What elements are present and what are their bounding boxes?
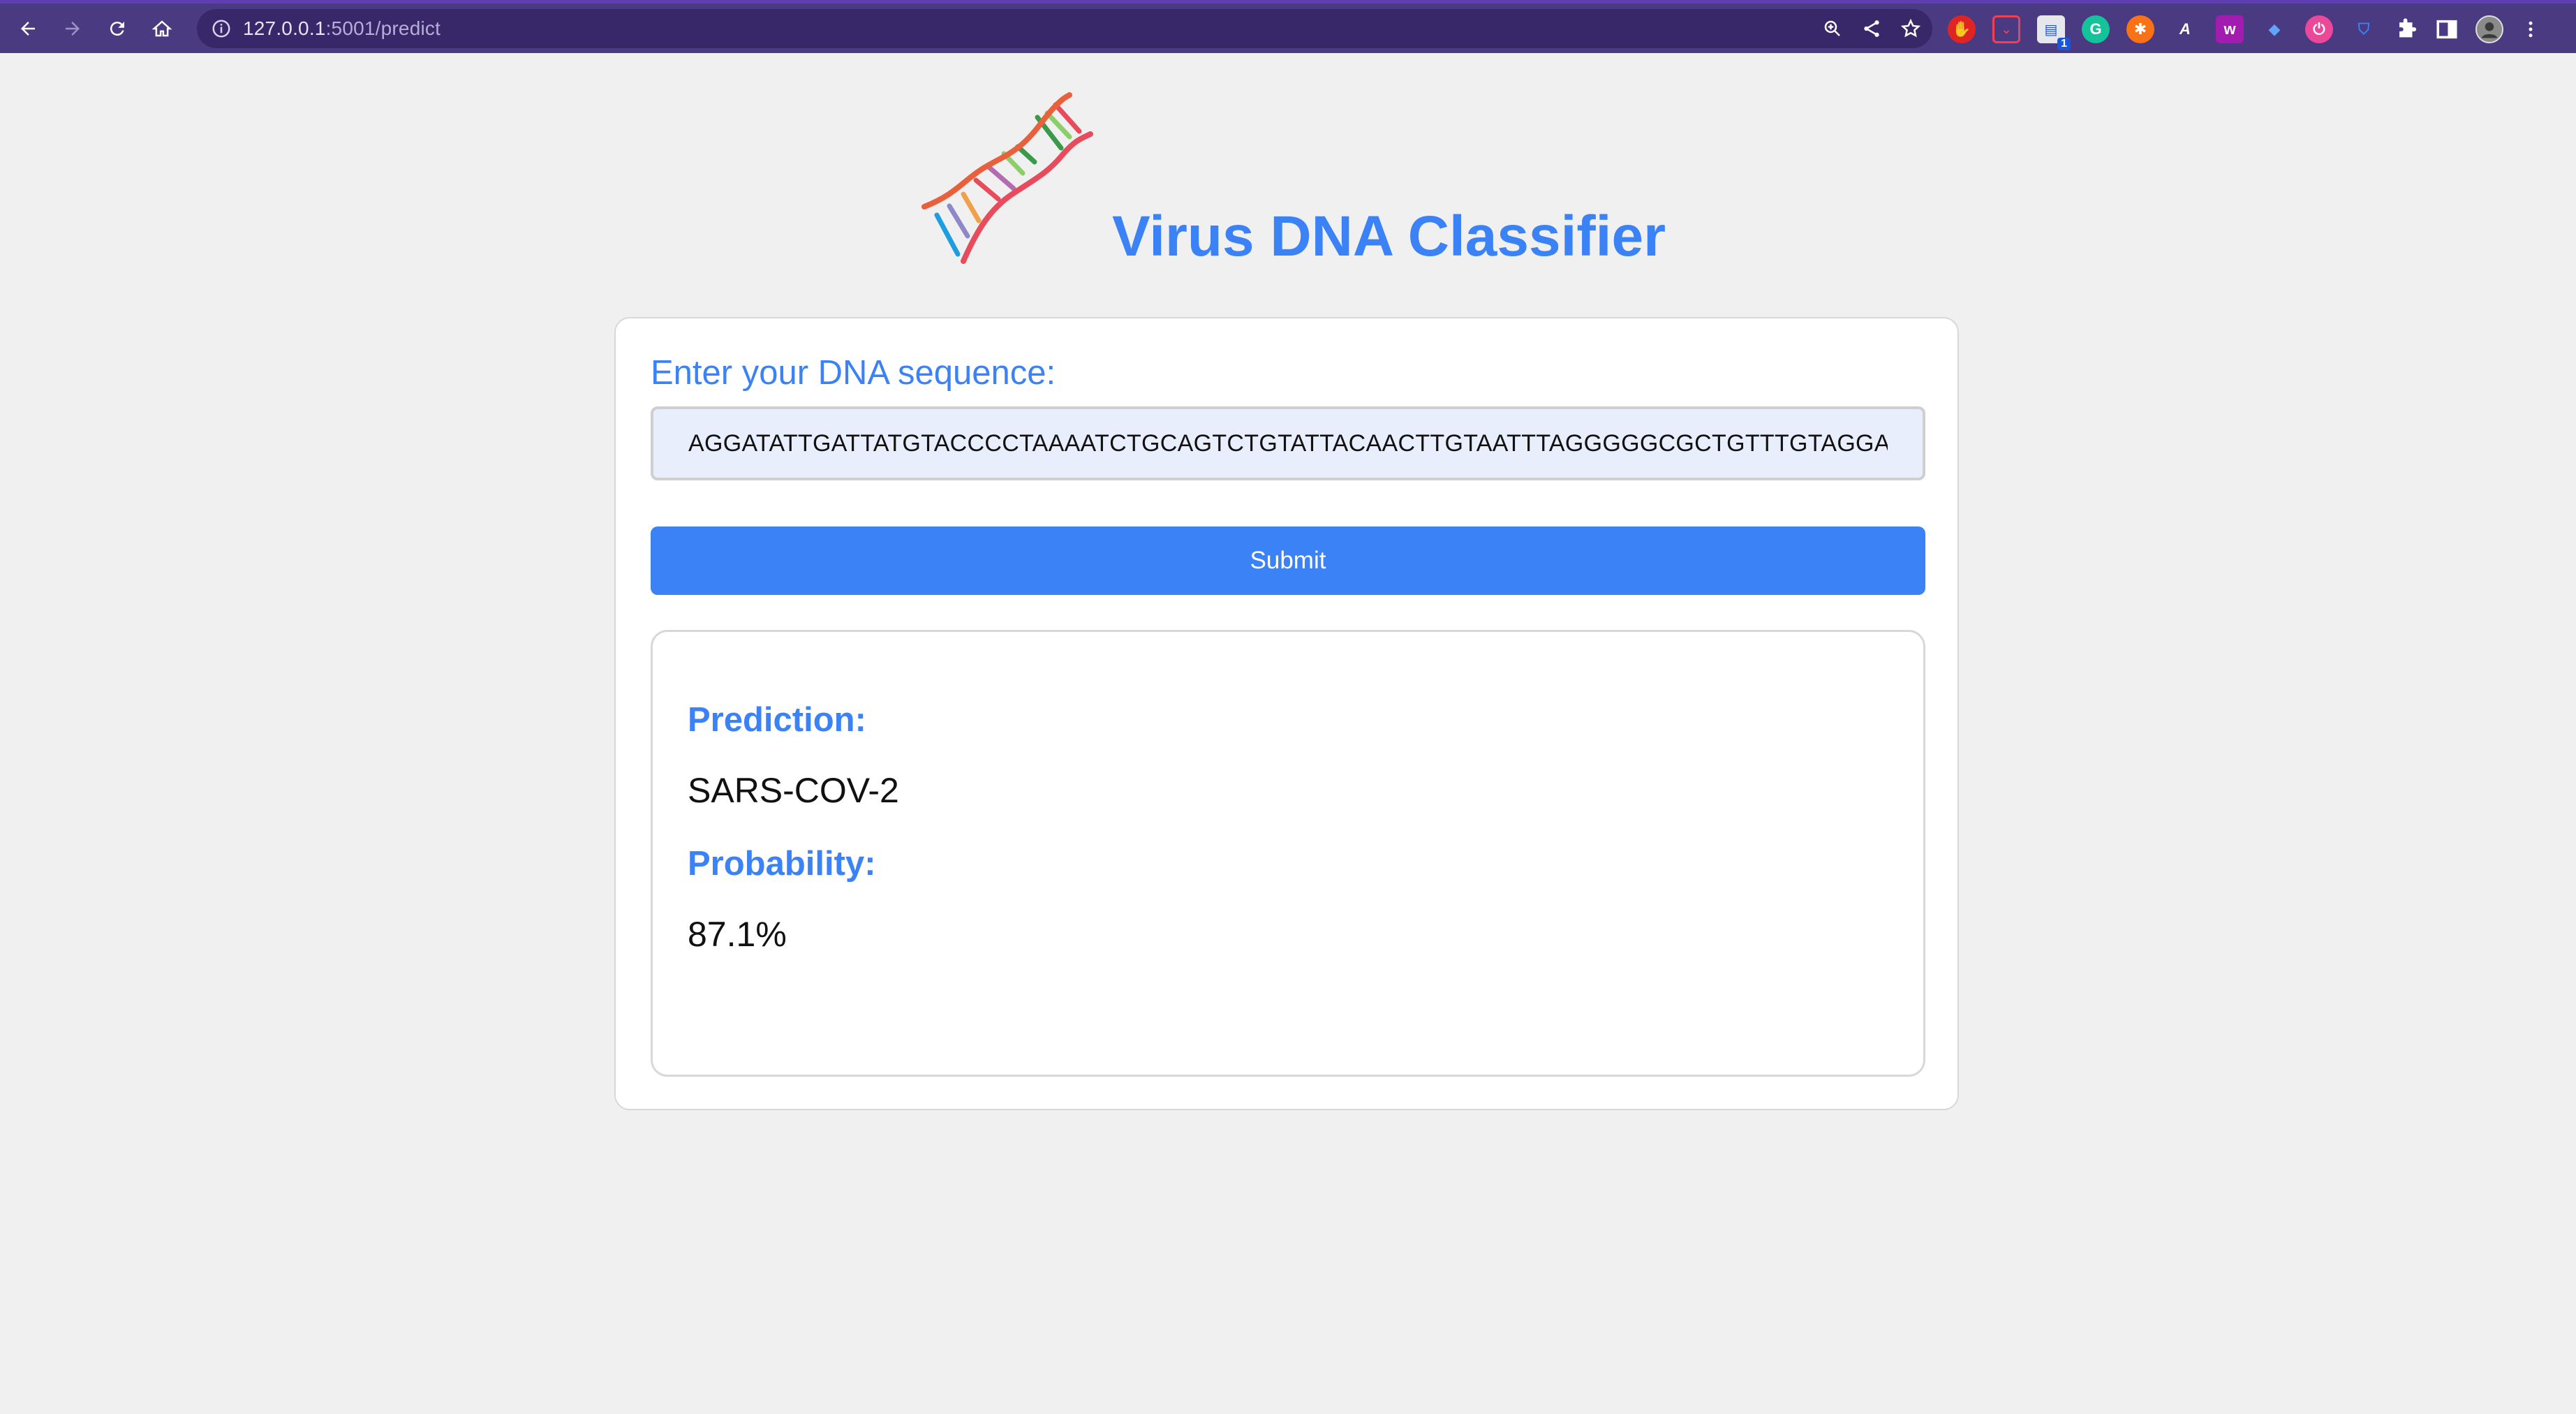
reload-button[interactable] [95, 6, 140, 51]
home-icon [151, 20, 172, 36]
extensions-bar: ✋ ⌄ ▤ 1 G ✱ A w ◆ ⏻ ⛉ [1948, 9, 2541, 50]
bookmark-star-icon[interactable] [1900, 18, 1921, 39]
back-button[interactable] [6, 6, 50, 51]
signature-extension-icon[interactable]: A [2171, 15, 2199, 43]
page-content: Virus DNA Classifier Enter your DNA sequ… [0, 53, 2576, 1414]
kebab-menu-icon[interactable] [2520, 19, 2541, 40]
person-icon [2481, 22, 2498, 38]
drop-extension-icon[interactable]: ◆ [2260, 15, 2288, 43]
fire-extension-icon[interactable]: ✱ [2126, 15, 2154, 43]
dna-helix-icon [921, 92, 1093, 264]
probability-value: 87.1% [688, 915, 787, 954]
extension-badge: 1 [2057, 38, 2071, 50]
browser-toolbar: 127.0.0.1:5001/predict ✋ ⌄ ▤ 1 G ✱ A w ◆ … [0, 0, 2576, 53]
profile-avatar[interactable] [2475, 15, 2503, 43]
adblock-extension-icon[interactable]: ✋ [1948, 15, 1976, 43]
omnibox-actions [1822, 9, 1921, 48]
url-host: 127.0.0.1 [243, 17, 326, 39]
arrow-left-icon [21, 21, 35, 36]
prediction-heading: Prediction: [688, 701, 866, 739]
url-path: :5001/predict [325, 17, 441, 39]
shield-extension-icon[interactable]: ⛉ [2350, 15, 2378, 43]
tab-extension-icon[interactable]: ▤ 1 [2037, 15, 2071, 50]
page-title: Virus DNA Classifier [1112, 205, 1666, 268]
home-button[interactable] [140, 6, 184, 51]
address-bar[interactable]: 127.0.0.1:5001/predict [197, 9, 1932, 48]
reload-icon [110, 21, 124, 36]
prediction-value: SARS-COV-2 [688, 771, 899, 810]
puzzle-icon[interactable] [2394, 17, 2418, 41]
pocket-extension-icon[interactable]: ⌄ [1992, 15, 2020, 43]
grammarly-extension-icon[interactable]: G [2082, 15, 2110, 43]
power-extension-icon[interactable]: ⏻ [2305, 15, 2333, 43]
forward-button[interactable] [50, 6, 95, 51]
w-extension-icon[interactable]: w [2216, 15, 2244, 43]
submit-button[interactable]: Submit [651, 526, 1925, 595]
arrow-right-icon [66, 21, 80, 36]
zoom-icon[interactable] [1822, 18, 1843, 39]
share-icon[interactable] [1861, 18, 1882, 39]
site-info-icon[interactable] [211, 18, 232, 39]
result-panel: Prediction: SARS-COV-2 Probability: 87.1… [651, 630, 1925, 1077]
url-text[interactable]: 127.0.0.1:5001/predict [243, 17, 441, 40]
probability-heading: Probability: [688, 845, 876, 883]
sequence-label: Enter your DNA sequence: [651, 354, 1056, 392]
classifier-card: Enter your DNA sequence: Submit Predicti… [614, 317, 1959, 1110]
side-panel-icon[interactable] [2435, 17, 2459, 41]
dna-sequence-input[interactable] [651, 406, 1925, 480]
